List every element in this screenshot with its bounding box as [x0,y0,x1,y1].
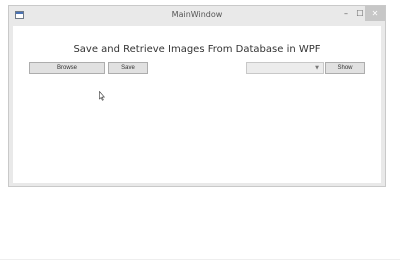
page-heading: Save and Retrieve Images From Database i… [73,44,321,55]
title-bar[interactable]: MainWindow – ☐ ✕ [9,6,385,26]
image-select-combobox[interactable]: ▼ [246,62,324,74]
show-button[interactable]: Show [325,62,365,74]
save-button[interactable]: Save [108,62,148,74]
chevron-down-icon: ▼ [315,65,319,71]
close-button[interactable]: ✕ [365,6,385,21]
main-window: MainWindow – ☐ ✕ Save and Retrieve Image… [8,5,386,187]
mouse-pointer-icon [99,91,105,101]
minimize-button[interactable]: – [339,6,353,21]
client-area: Save and Retrieve Images From Database i… [13,26,381,183]
bottom-divider [0,259,400,260]
browse-button[interactable]: Browse [29,62,105,74]
window-title: MainWindow [171,10,223,19]
